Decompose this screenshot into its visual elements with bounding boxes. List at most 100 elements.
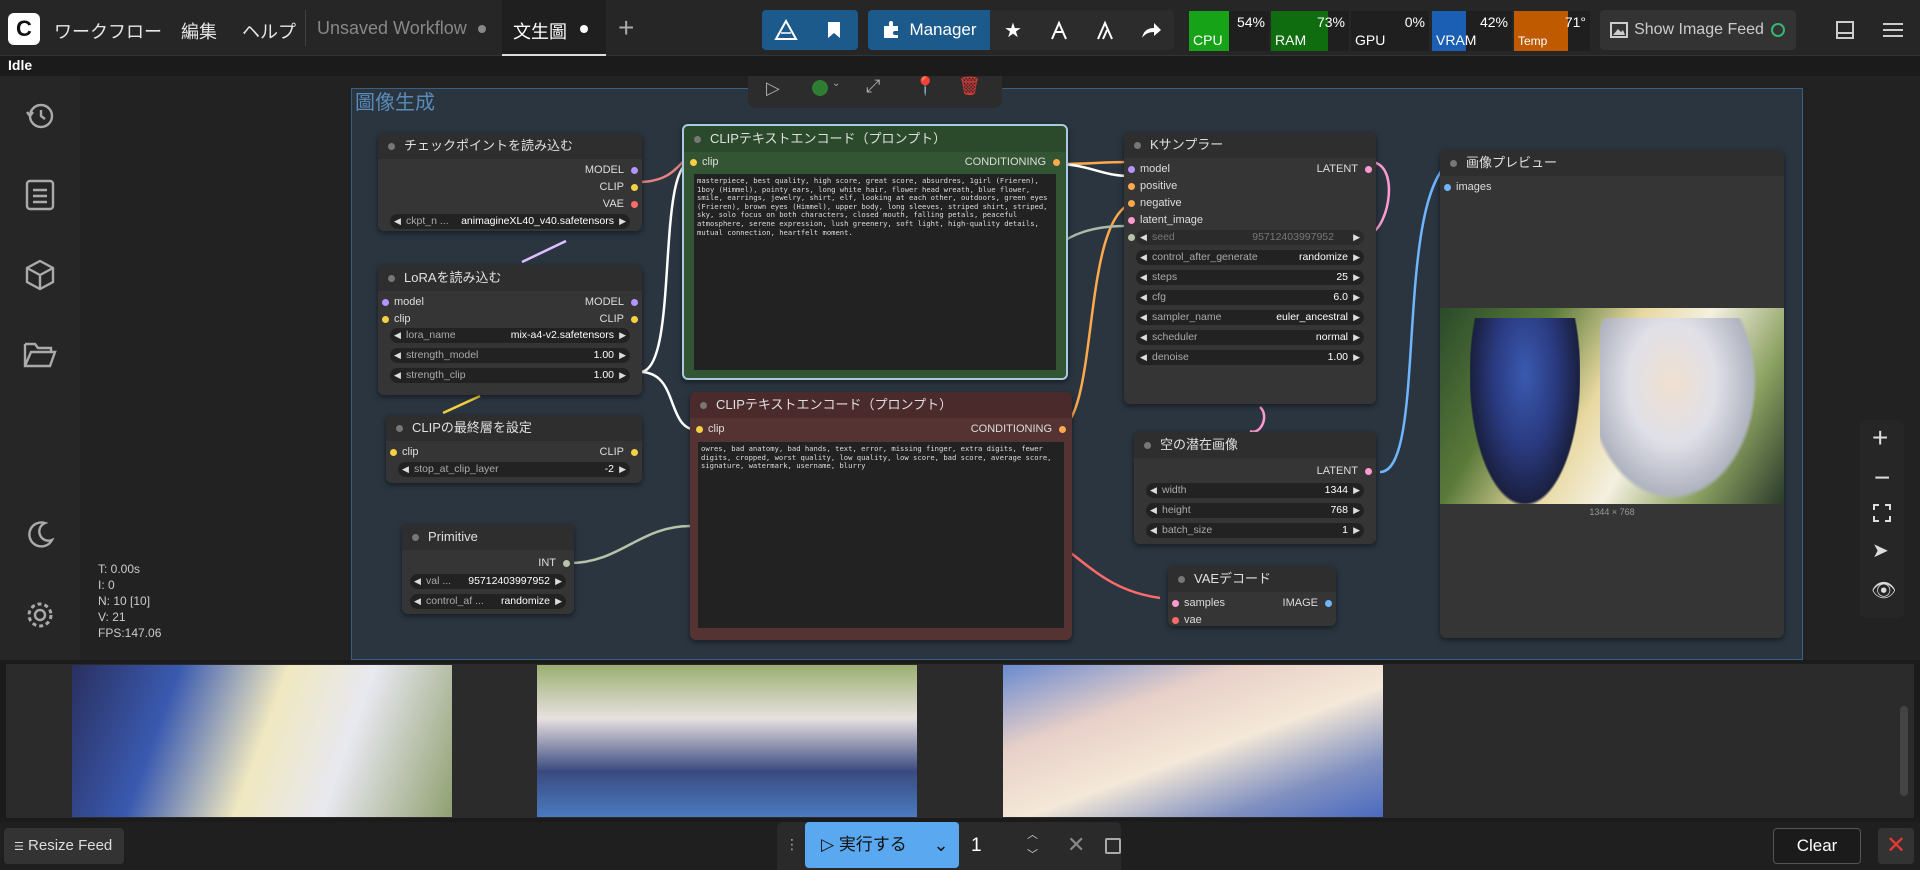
color-picker-icon[interactable] xyxy=(812,80,828,96)
ckpt-name-widget[interactable]: ckpt_n ... animagineXL40_v40.safetensors xyxy=(390,214,630,229)
control-after-generate-widget[interactable]: control_af ... randomize xyxy=(410,594,566,609)
stop-at-clip-layer-widget[interactable]: stop_at_clip_layer -2 xyxy=(398,462,630,477)
value-widget[interactable]: val ... 95712403997952 xyxy=(410,574,566,589)
control-after-generate-widget[interactable]: control_after_generate randomize xyxy=(1136,250,1364,265)
input-clip-dot[interactable] xyxy=(696,426,703,433)
output-image-dot[interactable] xyxy=(1325,600,1332,607)
close-feed-button[interactable]: ✕ xyxy=(1878,828,1914,864)
menu-edit[interactable]: 編集 xyxy=(181,18,217,44)
input-seed-dot[interactable] xyxy=(1128,234,1135,241)
node-title[interactable]: Kサンプラー xyxy=(1124,132,1376,158)
preview-image[interactable] xyxy=(1440,308,1784,504)
strength-model-widget[interactable]: strength_model 1.00 xyxy=(390,348,630,363)
theme-toggle-button[interactable] xyxy=(20,515,60,555)
clear-button[interactable]: Clear xyxy=(1773,828,1861,864)
input-images-dot[interactable] xyxy=(1444,184,1451,191)
width-widget[interactable]: width 1344 xyxy=(1146,483,1364,498)
share-b-button[interactable] xyxy=(1082,10,1128,50)
output-latent-dot[interactable] xyxy=(1365,166,1372,173)
run-selected-icon[interactable]: ▷ xyxy=(766,78,780,99)
batch-count-input[interactable]: 1 xyxy=(971,832,1015,860)
batch-size-widget[interactable]: batch_size 1 xyxy=(1146,523,1364,538)
input-clip-dot[interactable] xyxy=(690,159,697,166)
hamburger-menu-button[interactable] xyxy=(1878,10,1908,50)
node-clip-text-encode-positive[interactable]: CLIPテキストエンコード（プロンプト） clip CONDITIONING m… xyxy=(682,124,1068,380)
output-clip-dot[interactable] xyxy=(631,316,638,323)
menu-workflow[interactable]: ワークフロー xyxy=(54,18,162,44)
output-clip-dot[interactable] xyxy=(631,184,638,191)
node-title[interactable]: CLIPの最終層を設定 xyxy=(386,415,642,441)
resize-feed-button[interactable]: ☰ Resize Feed xyxy=(4,828,124,864)
node-empty-latent-image[interactable]: 空の潜在画像 LATENT width 1344 height 768 batch_… xyxy=(1134,432,1376,544)
node-title[interactable]: Primitive xyxy=(402,524,574,550)
share-button[interactable] xyxy=(1128,10,1174,50)
steps-widget[interactable]: steps 25 xyxy=(1136,270,1364,285)
node-preview-image[interactable]: 画像プレビュー images 1344 × 768 xyxy=(1440,150,1784,638)
height-widget[interactable]: height 768 xyxy=(1146,503,1364,518)
cancel-icon[interactable]: ✕ xyxy=(1067,832,1085,858)
negative-prompt-textarea[interactable]: owres, bad anatomy, bad hands, text, err… xyxy=(698,442,1064,628)
history-button[interactable] xyxy=(20,96,60,136)
tab-unsaved-workflow[interactable]: Unsaved Workflow xyxy=(317,18,467,39)
queue-button[interactable] xyxy=(20,175,60,215)
input-latent-dot[interactable] xyxy=(1128,217,1135,224)
tab-active-workflow[interactable]: 文生圖 xyxy=(513,18,567,44)
output-model-dot[interactable] xyxy=(631,299,638,306)
feed-image-3[interactable] xyxy=(1003,665,1383,817)
seed-widget[interactable]: seed 95712403997952 xyxy=(1136,230,1364,245)
settings-button[interactable] xyxy=(20,595,60,635)
star-button[interactable]: ★ xyxy=(990,10,1036,50)
input-model-dot[interactable] xyxy=(1128,166,1135,173)
stop-icon[interactable] xyxy=(1105,838,1121,854)
toggle-links-icon[interactable]: 👁 xyxy=(1871,578,1896,603)
node-clip-set-last-layer[interactable]: CLIPの最終層を設定 clip CLIP stop_at_clip_layer… xyxy=(386,415,642,483)
output-conditioning-dot[interactable] xyxy=(1059,426,1066,433)
menu-help[interactable]: ヘルプ xyxy=(242,18,296,44)
node-title[interactable]: 画像プレビュー xyxy=(1440,150,1784,176)
input-model-dot[interactable] xyxy=(382,299,389,306)
output-model-dot[interactable] xyxy=(631,167,638,174)
run-mode-dropdown[interactable]: ⌄ xyxy=(923,822,959,868)
node-checkpoint-loader[interactable]: チェックポイントを読み込む MODEL CLIP VAE ckpt_n ... … xyxy=(378,133,642,231)
input-clip-dot[interactable] xyxy=(382,316,389,323)
node-ksampler[interactable]: Kサンプラー model positive negative latent_im… xyxy=(1124,132,1376,404)
graph-canvas[interactable]: 圖像生成 ▷ ⌄ ⤢ 📍 🗑 チェックポイントを読み込む MODEL CLIP xyxy=(80,76,1920,660)
delete-icon[interactable]: 🗑 xyxy=(958,76,981,97)
node-clip-text-encode-negative[interactable]: CLIPテキストエンコード（プロンプト） clip CONDITIONING o… xyxy=(690,392,1072,640)
bypass-icon[interactable]: ⤢ xyxy=(866,76,880,97)
select-mode-icon[interactable]: ➤ xyxy=(1872,538,1889,563)
scheduler-widget[interactable]: scheduler normal xyxy=(1136,330,1364,345)
lora-name-widget[interactable]: lora_name mix-a4-v2.safetensors xyxy=(390,328,630,343)
output-latent-dot[interactable] xyxy=(1365,468,1372,475)
fit-view-icon[interactable] xyxy=(1873,504,1891,522)
bookmark-button[interactable] xyxy=(810,10,858,50)
node-primitive[interactable]: Primitive INT val ... 95712403997952 cont… xyxy=(402,524,574,614)
output-int-dot[interactable] xyxy=(563,560,570,567)
node-lora-loader[interactable]: LoRAを読み込む model clip MODEL CLIP lora_nam… xyxy=(378,265,642,395)
input-samples-dot[interactable] xyxy=(1172,600,1179,607)
comfy-logo[interactable]: C xyxy=(8,13,40,45)
output-conditioning-dot[interactable] xyxy=(1053,159,1060,166)
run-button[interactable]: ▷ 実行する xyxy=(805,822,923,868)
positive-prompt-textarea[interactable]: masterpiece, best quality, high score, g… xyxy=(694,174,1056,370)
feed-scrollbar[interactable] xyxy=(1900,706,1908,796)
zoom-in-icon[interactable]: + xyxy=(1872,422,1888,454)
node-vae-decode[interactable]: VAEデコード samples vae IMAGE xyxy=(1168,566,1336,626)
input-vae-dot[interactable] xyxy=(1172,617,1179,624)
node-title[interactable]: VAEデコード xyxy=(1168,566,1336,592)
new-tab-icon[interactable]: + xyxy=(618,14,634,42)
output-clip-dot[interactable] xyxy=(631,449,638,456)
workflows-button[interactable] xyxy=(20,335,60,375)
input-clip-dot[interactable] xyxy=(390,449,397,456)
node-title[interactable]: チェックポイントを読み込む xyxy=(378,133,642,159)
show-image-feed-button[interactable]: Show Image Feed xyxy=(1600,10,1796,50)
tab-unsaved-dot[interactable] xyxy=(478,25,486,33)
increment-icon[interactable]: ︿ xyxy=(1027,826,1038,842)
node-title[interactable]: CLIPテキストエンコード（プロンプト） xyxy=(684,126,1066,152)
node-title[interactable]: 空の潜在画像 xyxy=(1134,432,1376,458)
share-a-button[interactable] xyxy=(1036,10,1082,50)
cfg-widget[interactable]: cfg 6.0 xyxy=(1136,290,1364,305)
node-title[interactable]: CLIPテキストエンコード（プロンプト） xyxy=(690,392,1072,418)
model-library-button[interactable] xyxy=(20,255,60,295)
input-positive-dot[interactable] xyxy=(1128,183,1135,190)
